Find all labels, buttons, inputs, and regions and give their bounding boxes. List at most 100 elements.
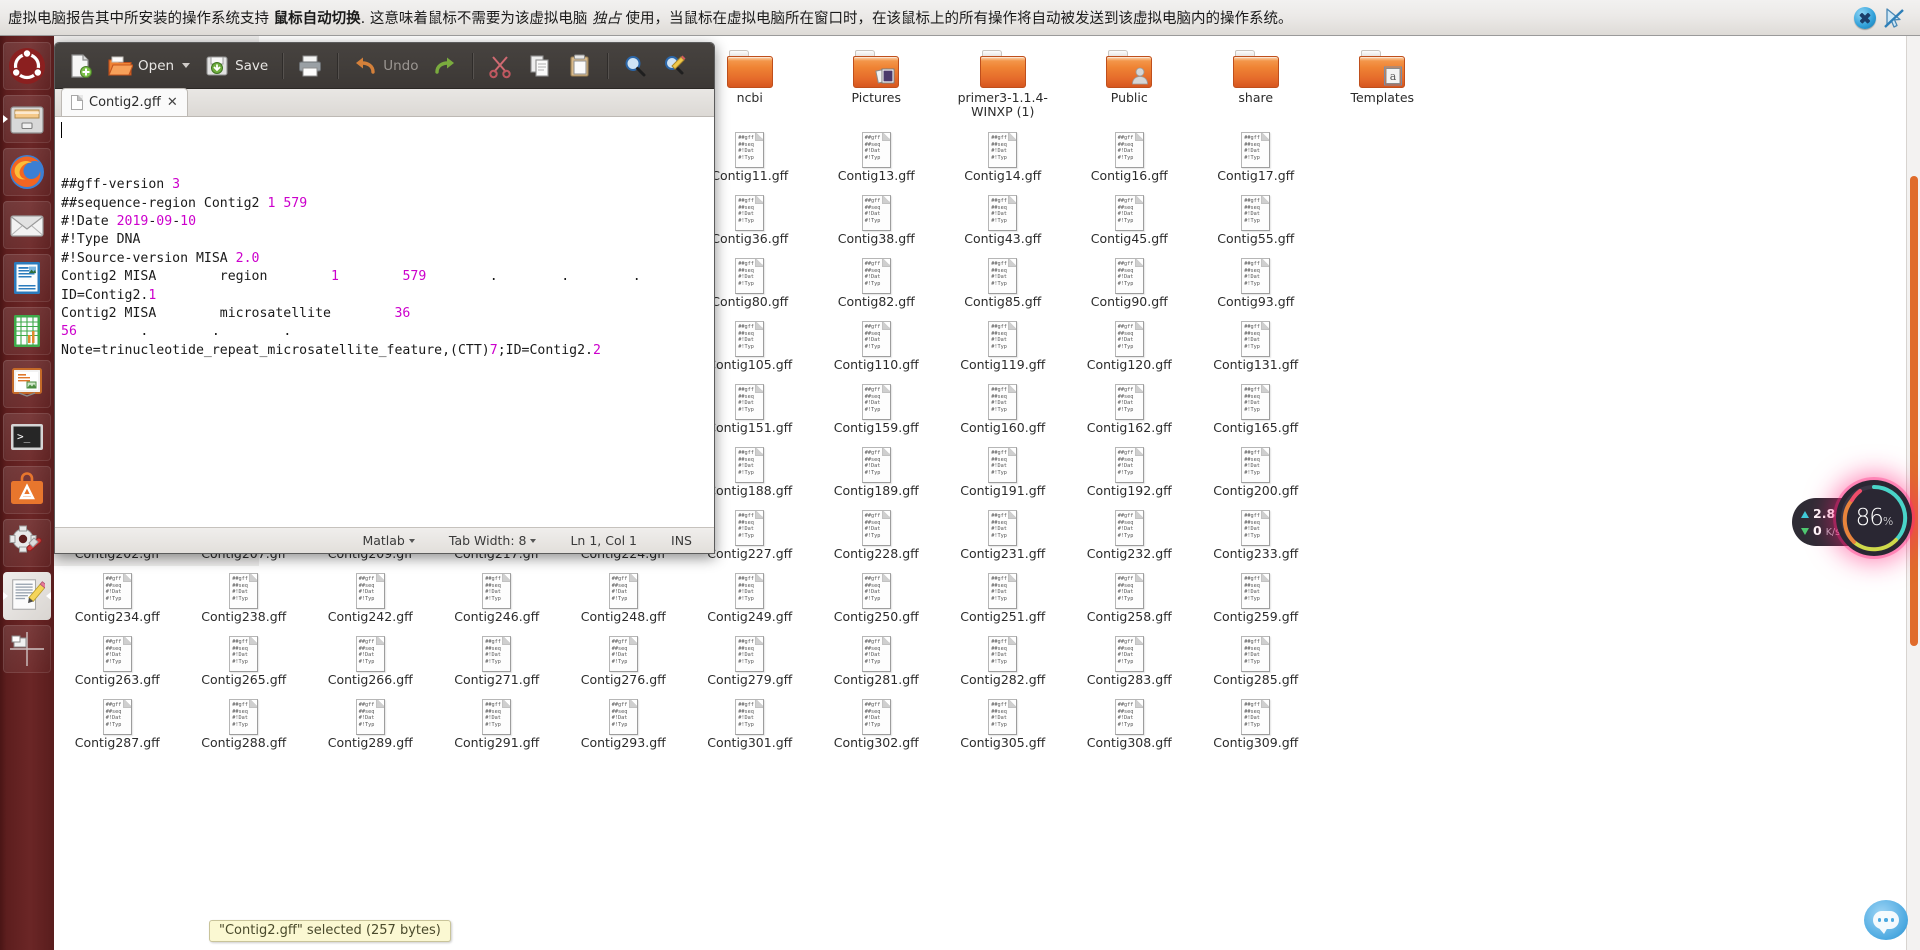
file-item[interactable]: ##gff ##seq #!Dat #!Typ Contig248.gff (560, 571, 687, 634)
file-item[interactable]: ##gff ##seq #!Dat #!Typ Contig192.gff (1066, 445, 1193, 508)
file-item[interactable]: ##gff ##seq #!Dat #!Typ Contig285.gff (1193, 634, 1320, 697)
file-item[interactable]: ##gff ##seq #!Dat #!Typ Contig250.gff (813, 571, 940, 634)
cut-button[interactable] (481, 50, 519, 82)
mouse-disabled-icon[interactable] (1882, 6, 1906, 30)
file-item[interactable]: ##gff ##seq #!Dat #!Typ Contig259.gff (1193, 571, 1320, 634)
redo-button[interactable] (426, 50, 464, 82)
file-item[interactable]: ##gff ##seq #!Dat #!Typ Contig238.gff (181, 571, 308, 634)
file-item[interactable]: ##gff ##seq #!Dat #!Typ Contig281.gff (813, 634, 940, 697)
editor-tab-label: Contig2.gff (89, 95, 161, 110)
file-item[interactable]: ##gff ##seq #!Dat #!Typ Contig45.gff (1066, 193, 1193, 256)
folder-item-public[interactable]: Public (1066, 44, 1193, 130)
editor-tab-contig2[interactable]: Contig2.gff ✕ (61, 88, 188, 116)
file-item[interactable]: ##gff ##seq #!Dat #!Typ Contig119.gff (940, 319, 1067, 382)
undo-button[interactable]: Undo (346, 50, 424, 82)
file-item[interactable]: ##gff ##seq #!Dat #!Typ Contig302.gff (813, 697, 940, 760)
editor-text-area[interactable]: ##gff-version 3 ##sequence-region Contig2… (55, 117, 714, 527)
file-item[interactable]: ##gff ##seq #!Dat #!Typ Contig82.gff (813, 256, 940, 319)
file-item[interactable]: ##gff ##seq #!Dat #!Typ Contig293.gff (560, 697, 687, 760)
language-selector[interactable]: Matlab (362, 533, 415, 548)
file-item[interactable]: ##gff ##seq #!Dat #!Typ Contig43.gff (940, 193, 1067, 256)
copy-button[interactable] (521, 50, 559, 82)
file-item[interactable]: ##gff ##seq #!Dat #!Typ Contig200.gff (1193, 445, 1320, 508)
close-circle-icon[interactable] (1854, 6, 1876, 29)
file-item[interactable]: ##gff ##seq #!Dat #!Typ Contig189.gff (813, 445, 940, 508)
file-item[interactable]: ##gff ##seq #!Dat #!Typ Contig263.gff (54, 634, 181, 697)
file-item[interactable]: ##gff ##seq #!Dat #!Typ Contig38.gff (813, 193, 940, 256)
file-item[interactable]: ##gff ##seq #!Dat #!Typ Contig90.gff (1066, 256, 1193, 319)
file-item[interactable]: ##gff ##seq #!Dat #!Typ Contig162.gff (1066, 382, 1193, 445)
paste-button[interactable] (561, 50, 599, 82)
file-item[interactable]: ##gff ##seq #!Dat #!Typ Contig271.gff (434, 634, 561, 697)
launcher-item-system-settings[interactable] (3, 519, 51, 567)
launcher-item-writer[interactable] (3, 254, 51, 302)
file-item[interactable]: ##gff ##seq #!Dat #!Typ Contig249.gff (687, 571, 814, 634)
file-item[interactable]: ##gff ##seq #!Dat #!Typ Contig231.gff (940, 508, 1067, 571)
file-item[interactable]: ##gff ##seq #!Dat #!Typ Contig110.gff (813, 319, 940, 382)
launcher-item-files[interactable] (3, 95, 51, 143)
file-item[interactable]: ##gff ##seq #!Dat #!Typ Contig305.gff (940, 697, 1067, 760)
folder-item-primer3[interactable]: primer3-1.1.4-WINXP (1) (940, 44, 1067, 130)
launcher-item-impress[interactable] (3, 360, 51, 408)
file-item[interactable]: ##gff ##seq #!Dat #!Typ Contig165.gff (1193, 382, 1320, 445)
file-item[interactable]: ##gff ##seq #!Dat #!Typ Contig120.gff (1066, 319, 1193, 382)
file-item[interactable]: ##gff ##seq #!Dat #!Typ Contig234.gff (54, 571, 181, 634)
file-item[interactable]: ##gff ##seq #!Dat #!Typ Contig13.gff (813, 130, 940, 193)
print-button[interactable] (291, 50, 329, 82)
file-item[interactable]: ##gff ##seq #!Dat #!Typ Contig283.gff (1066, 634, 1193, 697)
file-item[interactable]: ##gff ##seq #!Dat #!Typ Contig251.gff (940, 571, 1067, 634)
file-item[interactable]: ##gff ##seq #!Dat #!Typ Contig276.gff (560, 634, 687, 697)
file-item[interactable]: ##gff ##seq #!Dat #!Typ Contig131.gff (1193, 319, 1320, 382)
file-item[interactable]: ##gff ##seq #!Dat #!Typ Contig279.gff (687, 634, 814, 697)
file-item[interactable]: ##gff ##seq #!Dat #!Typ Contig246.gff (434, 571, 561, 634)
file-item[interactable]: ##gff ##seq #!Dat #!Typ Contig266.gff (307, 634, 434, 697)
file-item[interactable]: ##gff ##seq #!Dat #!Typ Contig191.gff (940, 445, 1067, 508)
file-item[interactable]: ##gff ##seq #!Dat #!Typ Contig282.gff (940, 634, 1067, 697)
gff-file-icon: ##gff##seq#!Dat#!Typ (1114, 510, 1144, 546)
folder-item-pictures[interactable]: Pictures (813, 44, 940, 130)
file-item[interactable]: ##gff ##seq #!Dat #!Typ Contig287.gff (54, 697, 181, 760)
save-button[interactable]: Save (198, 50, 274, 82)
tab-width-selector[interactable]: Tab Width: 8 (449, 533, 537, 548)
launcher-item-ubuntu-software[interactable] (3, 466, 51, 514)
file-item[interactable]: ##gff ##seq #!Dat #!Typ Contig232.gff (1066, 508, 1193, 571)
launcher-item-workspace-switcher[interactable] (3, 625, 51, 673)
chat-bubble-icon[interactable] (1864, 900, 1908, 940)
file-item[interactable]: ##gff ##seq #!Dat #!Typ Contig289.gff (307, 697, 434, 760)
file-item[interactable]: ##gff ##seq #!Dat #!Typ Contig16.gff (1066, 130, 1193, 193)
file-item[interactable]: ##gff ##seq #!Dat #!Typ Contig14.gff (940, 130, 1067, 193)
launcher-item-terminal[interactable]: >_ (3, 413, 51, 461)
chevron-down-icon[interactable] (408, 538, 415, 543)
folder-item-templates[interactable]: a Templates (1319, 44, 1446, 130)
launcher-item-thunderbird[interactable] (3, 201, 51, 249)
open-button[interactable]: Open (101, 50, 196, 82)
chevron-down-icon[interactable] (530, 538, 537, 543)
launcher-item-firefox[interactable] (3, 148, 51, 196)
file-item[interactable]: ##gff ##seq #!Dat #!Typ Contig159.gff (813, 382, 940, 445)
file-item[interactable]: ##gff ##seq #!Dat #!Typ Contig160.gff (940, 382, 1067, 445)
chevron-down-icon[interactable] (182, 63, 191, 68)
file-item[interactable]: ##gff ##seq #!Dat #!Typ Contig309.gff (1193, 697, 1320, 760)
file-item[interactable]: ##gff ##seq #!Dat #!Typ Contig301.gff (687, 697, 814, 760)
replace-button[interactable] (656, 50, 694, 82)
file-item[interactable]: ##gff ##seq #!Dat #!Typ Contig291.gff (434, 697, 561, 760)
launcher-item-gedit[interactable] (3, 572, 51, 620)
folder-item-share[interactable]: share (1193, 44, 1320, 130)
file-item[interactable]: ##gff ##seq #!Dat #!Typ Contig242.gff (307, 571, 434, 634)
find-button[interactable] (616, 50, 654, 82)
file-item[interactable]: ##gff ##seq #!Dat #!Typ Contig288.gff (181, 697, 308, 760)
file-item[interactable]: ##gff ##seq #!Dat #!Typ Contig258.gff (1066, 571, 1193, 634)
file-item[interactable]: ##gff ##seq #!Dat #!Typ Contig233.gff (1193, 508, 1320, 571)
launcher-item-calc[interactable] (3, 307, 51, 355)
new-document-button[interactable] (61, 50, 99, 82)
file-item[interactable]: ##gff ##seq #!Dat #!Typ Contig308.gff (1066, 697, 1193, 760)
launcher-item-ubuntu-dash[interactable] (3, 42, 51, 90)
file-item[interactable]: ##gff ##seq #!Dat #!Typ Contig228.gff (813, 508, 940, 571)
file-item[interactable]: ##gff ##seq #!Dat #!Typ Contig17.gff (1193, 130, 1320, 193)
file-item[interactable]: ##gff ##seq #!Dat #!Typ Contig55.gff (1193, 193, 1320, 256)
file-item[interactable]: ##gff ##seq #!Dat #!Typ Contig85.gff (940, 256, 1067, 319)
close-icon[interactable]: ✕ (167, 95, 178, 110)
file-item[interactable]: ##gff ##seq #!Dat #!Typ Contig265.gff (181, 634, 308, 697)
file-item[interactable]: ##gff ##seq #!Dat #!Typ Contig93.gff (1193, 256, 1320, 319)
scrollbar-thumb[interactable] (1910, 176, 1918, 646)
